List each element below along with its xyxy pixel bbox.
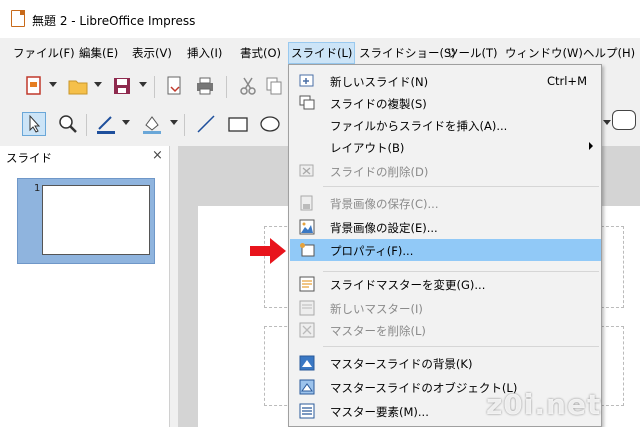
menu-file[interactable]: ファイル(F) (13, 43, 75, 63)
master-elements-icon (299, 403, 315, 419)
delete-master-icon (299, 322, 315, 338)
menu-item-master-background[interactable]: マスタースライドの背景(K) (290, 352, 601, 374)
select-arrow-icon[interactable] (22, 112, 46, 136)
menu-format[interactable]: 書式(O) (240, 43, 281, 63)
menu-item-shortcut: Ctrl+M (546, 74, 587, 88)
menu-help[interactable]: ヘルプ(H) (583, 43, 635, 63)
menu-item-label: スライドの削除(D) (330, 165, 429, 179)
toolbar-separator (86, 114, 87, 136)
menu-tools[interactable]: ツール(T) (447, 43, 498, 63)
menu-item-save-bg-image[interactable]: 背景画像の保存(C)... (290, 192, 601, 214)
menu-separator (323, 271, 599, 272)
cut-icon[interactable] (236, 74, 260, 98)
fill-color-caret[interactable] (170, 120, 178, 125)
line-color-icon[interactable] (94, 112, 118, 136)
menu-item-set-bg-image[interactable]: 背景画像の設定(E)... (290, 216, 601, 238)
rectangle-tool-icon[interactable] (226, 112, 250, 136)
callout-shape-icon[interactable] (612, 110, 636, 130)
menu-item-label: スライドの複製(S) (330, 97, 427, 111)
impress-app-icon (11, 10, 25, 27)
open-dropdown-caret[interactable] (94, 82, 102, 87)
line-tool-icon[interactable] (194, 112, 218, 136)
save-icon[interactable] (110, 74, 134, 98)
menu-item-label: プロパティ(F)... (330, 244, 414, 258)
zoom-pan-icon[interactable] (56, 112, 80, 136)
menu-window[interactable]: ウィンドウ(W) (505, 43, 583, 63)
menu-item-label: スライドマスターを変更(G)... (330, 278, 486, 292)
fill-color-icon[interactable] (140, 112, 164, 136)
menu-item-label: マスタースライドの背景(K) (330, 357, 473, 371)
menu-item-delete-slide[interactable]: スライドの削除(D) (290, 160, 601, 182)
master-objects-icon (299, 379, 315, 395)
menu-item-label: 新しいマスター(I) (330, 302, 423, 316)
master-bg-icon (299, 355, 315, 371)
print-icon[interactable] (193, 74, 217, 98)
delete-slide-icon (299, 164, 314, 177)
close-icon[interactable]: × (152, 148, 163, 163)
window-title: 無題 2 - LibreOffice Impress (32, 14, 196, 28)
export-icon[interactable] (162, 74, 186, 98)
copy-icon[interactable] (262, 74, 286, 98)
set-bg-image-icon (299, 219, 315, 235)
menu-separator (323, 346, 599, 347)
properties-icon (300, 243, 315, 257)
menu-item-label: ファイルからスライドを挿入(A)... (330, 119, 508, 133)
menu-separator (323, 186, 599, 187)
menu-item-layout[interactable]: レイアウト(B) (290, 136, 601, 158)
ellipse-tool-icon[interactable] (258, 112, 282, 136)
menu-item-change-master[interactable]: スライドマスターを変更(G)... (290, 273, 601, 295)
toolbar-separator (154, 76, 155, 98)
submenu-arrow-icon (589, 142, 593, 150)
save-dropdown-caret[interactable] (139, 82, 147, 87)
new-document-icon[interactable] (22, 74, 46, 98)
title-bar: 無題 2 - LibreOffice Impress (0, 0, 640, 38)
menu-item-label: 新しいスライド(N) (330, 75, 429, 89)
menu-item-delete-master[interactable]: マスターを削除(L) (290, 319, 601, 341)
menu-insert[interactable]: 挿入(I) (187, 43, 222, 63)
menu-item-properties[interactable]: プロパティ(F)... (290, 239, 601, 261)
menu-item-label: 背景画像の設定(E)... (330, 221, 438, 235)
red-pointer-arrow-icon (250, 238, 286, 264)
toolbar-separator (226, 76, 227, 98)
new-dropdown-caret[interactable] (49, 82, 57, 87)
menu-bar: ファイル(F) 編集(E) 表示(V) 挿入(I) 書式(O) スライド(L) … (0, 38, 640, 66)
shapes-dropdown-caret[interactable] (603, 120, 611, 125)
slide-thumbnail-1[interactable]: 1 (17, 178, 155, 264)
menu-slide[interactable]: スライド(L) (288, 42, 356, 64)
menu-item-duplicate-slide[interactable]: スライドの複製(S) (290, 92, 601, 114)
slide-menu-dropdown: 新しいスライド(N) Ctrl+M スライドの複製(S) ファイルからスライドを… (288, 64, 602, 427)
open-folder-icon[interactable] (66, 74, 90, 98)
save-bg-image-icon (300, 195, 313, 211)
new-master-icon (299, 300, 315, 316)
slide-preview (42, 185, 150, 255)
menu-item-label: 背景画像の保存(C)... (330, 197, 439, 211)
menu-item-insert-from-file[interactable]: ファイルからスライドを挿入(A)... (290, 114, 601, 136)
watermark: z0i.net (486, 388, 602, 421)
change-master-icon (299, 276, 315, 292)
menu-item-label: マスターを削除(L) (330, 324, 426, 338)
slides-pane: スライド × 1 (0, 146, 170, 427)
menu-item-new-master[interactable]: 新しいマスター(I) (290, 297, 601, 319)
slide-number: 1 (34, 183, 41, 194)
toolbar-separator (184, 114, 185, 136)
new-slide-icon (299, 74, 314, 87)
menu-view[interactable]: 表示(V) (132, 43, 172, 63)
slides-pane-title: スライド (6, 151, 52, 165)
line-color-caret[interactable] (122, 120, 130, 125)
menu-item-label: マスター要素(M)... (330, 405, 429, 419)
menu-edit[interactable]: 編集(E) (79, 43, 118, 63)
menu-item-new-slide[interactable]: 新しいスライド(N) Ctrl+M (290, 70, 601, 92)
menu-item-label: レイアウト(B) (330, 141, 405, 155)
menu-slideshow[interactable]: スライドショー(S) (359, 43, 456, 63)
duplicate-slide-icon (299, 95, 315, 110)
